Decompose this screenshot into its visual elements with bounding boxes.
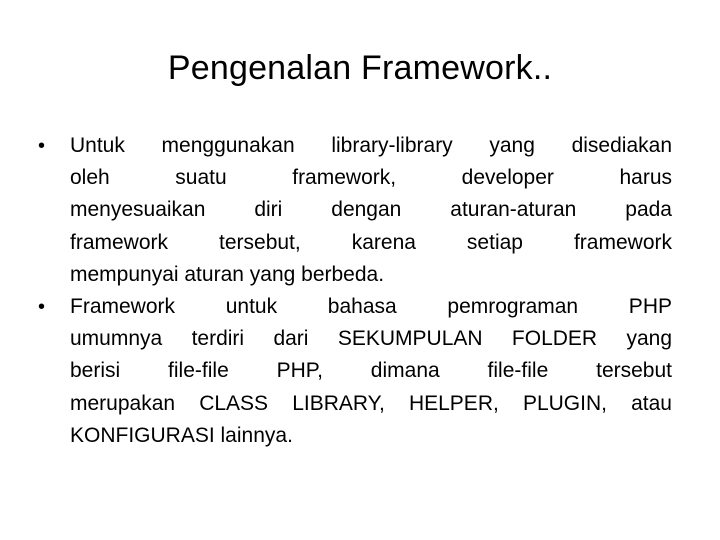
slide-body: • Untuk menggunakan library-library yang… — [36, 130, 672, 452]
bullet-2-line-4: merupakan CLASS LIBRARY, HELPER, PLUGIN,… — [70, 391, 672, 415]
bullet-2-line-1: Framework untuk bahasa pemrograman PHP — [70, 294, 672, 318]
slide-title: Pengenalan Framework.. — [167, 49, 553, 87]
bullet-1-line-1: Untuk menggunakan library-library yang d… — [70, 134, 672, 157]
slide: Pengenalan Framework.. • Untuk menggunak… — [0, 0, 720, 540]
bullet-1-line-3: menyesuaikan diri dengan aturan-aturan p… — [70, 198, 672, 222]
bullet-1-line-5: mempunyai aturan yang berbeda. — [70, 262, 385, 286]
bullet-2-line-3: berisi file-file PHP, dimana file-file t… — [70, 359, 672, 383]
bullet-2-line-5: KONFIGURASI lainnya. — [70, 423, 293, 447]
bullet-dot-icon: • — [38, 135, 46, 157]
bullet-2-line-2: umumnya terdiri dari SEKUMPULAN FOLDER y… — [70, 327, 672, 351]
bullet-item-2: • Framework untuk bahasa pemrograman PHP… — [36, 291, 672, 452]
bullet-1-line-2: oleh suatu framework, developer harus — [70, 166, 672, 190]
bullet-item-1: • Untuk menggunakan library-library yang… — [36, 130, 672, 291]
bullet-1-line-4: framework tersebut, karena setiap framew… — [70, 230, 672, 254]
bullet-dot-icon: • — [38, 295, 46, 318]
